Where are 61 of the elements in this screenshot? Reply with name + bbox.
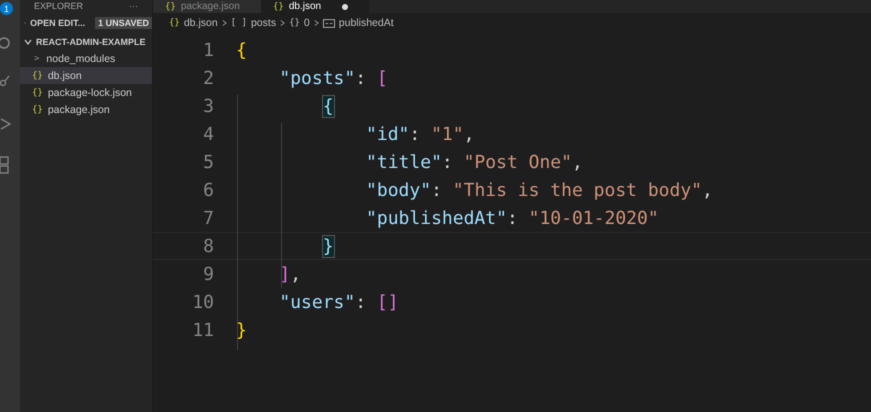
chevron-icon bbox=[280, 19, 286, 27]
code-token: [ bbox=[376, 68, 388, 88]
code-token: "1" bbox=[431, 124, 464, 144]
line-number: 5 bbox=[202, 152, 214, 172]
more-actions-button[interactable]: ··· bbox=[129, 1, 138, 12]
code-token: : bbox=[355, 292, 368, 312]
code-token: : bbox=[355, 68, 368, 88]
code-token: , bbox=[464, 124, 474, 144]
code-token: } bbox=[322, 236, 334, 256]
breadcrumb-item[interactable]: {} db.json bbox=[169, 17, 218, 29]
line-number: 1 bbox=[202, 40, 214, 60]
code-token: "id" bbox=[366, 124, 410, 144]
line-number: 3 bbox=[202, 96, 214, 116]
code-token: : bbox=[431, 180, 443, 200]
code-token: "publishedAt" bbox=[366, 208, 507, 228]
code-token: , bbox=[290, 264, 302, 284]
project-header[interactable]: REACT-ADMIN-EXAMPLE bbox=[20, 33, 152, 50]
notification-badge: 1 bbox=[0, 2, 13, 15]
code-token: : bbox=[409, 124, 422, 144]
code-token: "Post One" bbox=[464, 152, 572, 172]
editor-tab[interactable]: {} package.json bbox=[153, 0, 261, 13]
code-token: } bbox=[236, 320, 247, 340]
editor-tab[interactable]: {} db.json bbox=[261, 0, 369, 13]
breadcrumb-item[interactable]: publishedAt bbox=[322, 17, 394, 29]
folder-item[interactable]: > node_modules bbox=[20, 50, 152, 67]
run-icon[interactable] bbox=[0, 118, 12, 130]
file-item[interactable]: {} package.json bbox=[20, 101, 152, 118]
code-token: { bbox=[322, 96, 334, 116]
line-number: 2 bbox=[202, 68, 214, 88]
line-number: 6 bbox=[202, 180, 214, 200]
code-token: "10-01-2020" bbox=[528, 208, 659, 228]
code-token: "This is the post body" bbox=[452, 180, 702, 200]
open-editors-header[interactable]: OPEN EDIT... 1 UNSAVED bbox=[20, 14, 152, 31]
line-number: 9 bbox=[202, 264, 214, 284]
sidebar-title: EXPLORER bbox=[34, 1, 84, 12]
breadcrumb-item[interactable]: [ ] posts bbox=[230, 17, 276, 29]
code-token: "body" bbox=[366, 180, 432, 200]
line-number: 4 bbox=[202, 124, 214, 144]
code-token: [] bbox=[376, 292, 399, 312]
code-token: "title" bbox=[366, 152, 442, 172]
code-token: ] bbox=[279, 264, 290, 284]
code-token: : bbox=[442, 152, 454, 172]
code-token: { bbox=[236, 40, 247, 60]
line-number: 11 bbox=[191, 320, 214, 340]
line-number: 7 bbox=[202, 208, 214, 228]
line-number: 10 bbox=[191, 292, 214, 312]
unsaved-badge: 1 UNSAVED bbox=[95, 16, 152, 28]
code-token: "users" bbox=[279, 292, 356, 312]
breadcrumb-item[interactable]: {} 0 bbox=[289, 17, 310, 29]
search-icon[interactable] bbox=[0, 37, 12, 49]
code-token: "posts" bbox=[279, 68, 356, 88]
line-number: 8 bbox=[202, 236, 214, 256]
chevron-icon bbox=[314, 19, 319, 27]
code-token: , bbox=[702, 180, 713, 200]
code-token: , bbox=[572, 152, 583, 172]
source-control-icon[interactable] bbox=[0, 75, 12, 87]
property-icon bbox=[322, 18, 335, 28]
code-token: : bbox=[506, 208, 519, 228]
file-item[interactable]: {} package-lock.json bbox=[20, 84, 152, 101]
file-item[interactable]: {} db.json bbox=[20, 67, 152, 84]
chevron-icon bbox=[222, 19, 227, 27]
